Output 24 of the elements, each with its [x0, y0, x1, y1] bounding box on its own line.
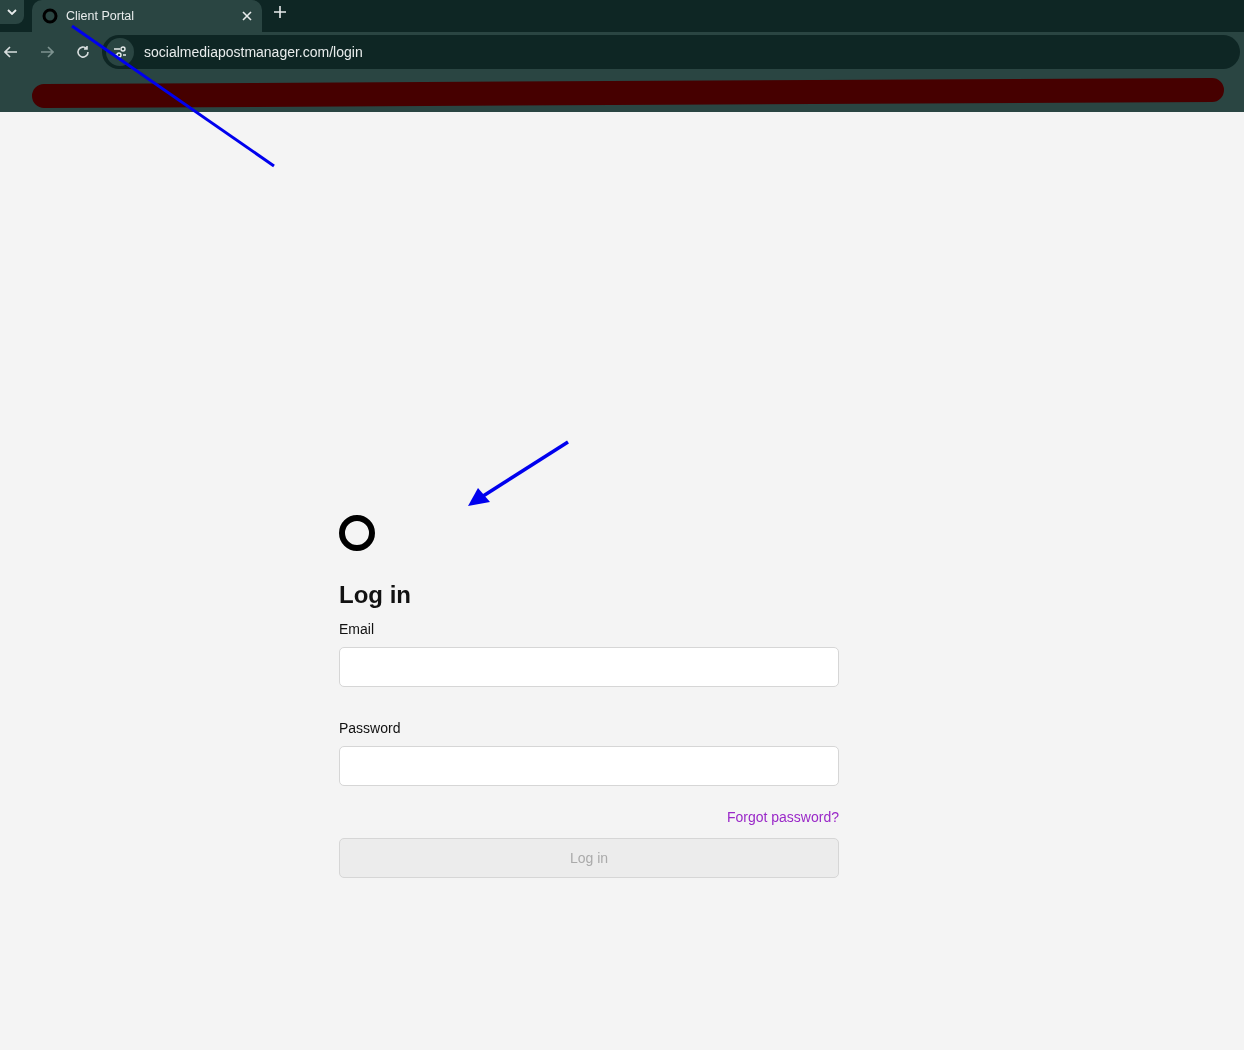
- field-label: Email: [339, 621, 375, 637]
- close-tab-button[interactable]: [242, 11, 252, 21]
- sliders-icon: [113, 46, 127, 58]
- plus-icon: [274, 6, 286, 18]
- url-text: socialmediapostmanager.com/login: [144, 44, 363, 60]
- page-title: Log in: [339, 581, 412, 609]
- tab-list-button[interactable]: [0, 0, 24, 24]
- ring-icon: [42, 8, 58, 24]
- address-bar[interactable]: socialmediapostmanager.com/login: [102, 35, 1240, 69]
- reload-icon: [76, 45, 90, 59]
- back-arrow-icon: [4, 46, 18, 58]
- chevron-down-icon: [7, 9, 17, 15]
- forward-arrow-icon: [40, 46, 54, 58]
- field-label: Password: [339, 720, 402, 736]
- input-field[interactable]: [339, 746, 839, 786]
- back-button[interactable]: [4, 46, 18, 58]
- tab-title: Client Portal: [66, 9, 136, 23]
- input-field[interactable]: [339, 647, 839, 687]
- ring-logo-icon: [339, 515, 375, 551]
- browser-tab[interactable]: Client Portal: [32, 0, 262, 32]
- reload-button[interactable]: [76, 45, 90, 59]
- close-icon: [242, 11, 252, 21]
- forgot-password-link[interactable]: Forgot password?: [726, 809, 839, 825]
- forward-button[interactable]: [40, 46, 54, 58]
